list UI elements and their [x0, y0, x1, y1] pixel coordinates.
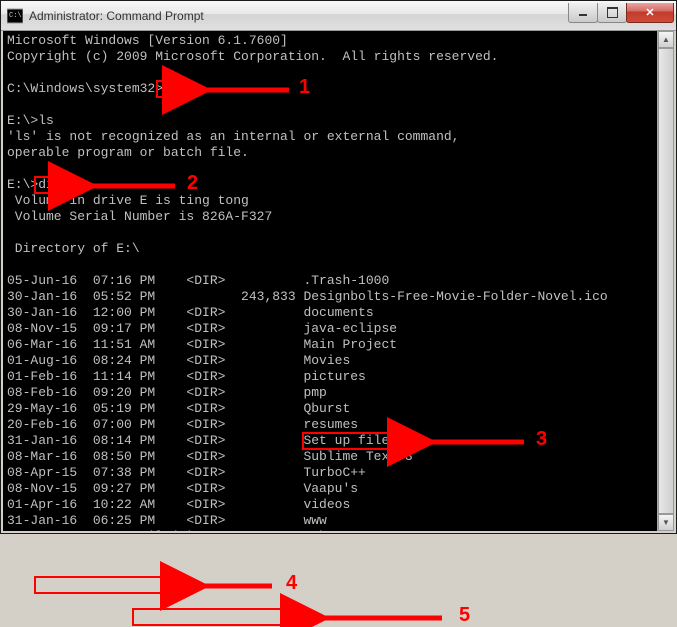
window-controls	[569, 3, 674, 23]
terminal-output[interactable]: Microsoft Windows [Version 6.1.7600] Cop…	[1, 31, 676, 533]
minimize-button[interactable]	[568, 3, 598, 23]
annotation-box-5	[132, 608, 308, 626]
close-button[interactable]	[626, 3, 674, 23]
scrollbar-vertical[interactable]: ▲ ▼	[657, 31, 674, 531]
maximize-button[interactable]	[597, 3, 627, 23]
window-title: Administrator: Command Prompt	[29, 9, 569, 23]
command-prompt-window: C:\ Administrator: Command Prompt Micros…	[0, 0, 677, 534]
annotation-label-5: 5	[459, 604, 470, 627]
svg-text:C:\: C:\	[9, 12, 22, 20]
annotation-arrow-4	[192, 577, 282, 595]
titlebar[interactable]: C:\ Administrator: Command Prompt	[1, 1, 676, 31]
command-prompt-icon: C:\	[7, 8, 23, 24]
annotation-label-4: 4	[286, 572, 297, 595]
scroll-track[interactable]	[658, 48, 674, 514]
scroll-down-button[interactable]: ▼	[658, 514, 674, 531]
scroll-thumb[interactable]	[658, 48, 674, 514]
scroll-up-button[interactable]: ▲	[658, 31, 674, 48]
annotation-box-4	[34, 576, 188, 594]
annotation-arrow-5	[312, 609, 452, 627]
